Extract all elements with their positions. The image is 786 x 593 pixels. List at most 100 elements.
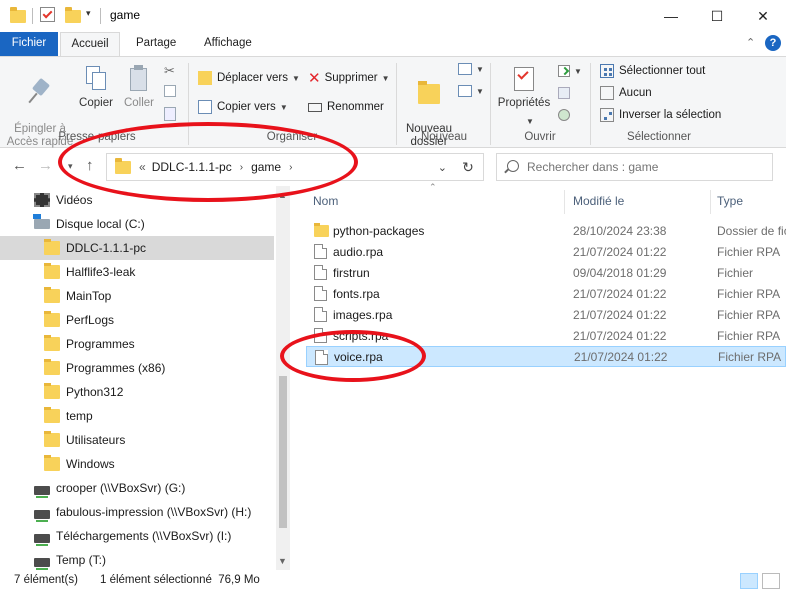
tab-home[interactable]: Accueil bbox=[60, 32, 120, 56]
properties-qat-icon[interactable] bbox=[40, 7, 55, 22]
edit-icon[interactable] bbox=[558, 87, 570, 99]
file-icon bbox=[314, 265, 327, 280]
file-row[interactable]: firstrun 09/04/2018 01:29 Fichier bbox=[306, 262, 786, 283]
copy-button[interactable]: Copier bbox=[76, 65, 116, 110]
column-header-type[interactable]: Type bbox=[717, 194, 743, 208]
file-row[interactable]: audio.rpa 21/07/2024 01:22 Fichier RPA bbox=[306, 241, 786, 262]
nav-item-label: DDLC-1.1.1-pc bbox=[66, 241, 147, 255]
nav-item[interactable]: Halflife3-leak bbox=[0, 260, 274, 284]
nav-item-label: crooper (\\VBoxSvr) (G:) bbox=[56, 481, 186, 495]
file-icon bbox=[314, 244, 327, 259]
invert-selection-label: Inverser la sélection bbox=[619, 109, 722, 121]
breadcrumb-overflow[interactable]: « bbox=[139, 160, 146, 174]
select-all-button[interactable]: Sélectionner tout bbox=[600, 62, 705, 80]
properties-dropdown-icon[interactable]: ▼ bbox=[526, 117, 534, 126]
nav-item[interactable]: temp bbox=[0, 404, 274, 428]
open-group-label: Ouvrir bbox=[524, 131, 556, 143]
nav-item[interactable]: Windows bbox=[0, 452, 274, 476]
easy-access-dropdown-icon[interactable]: ▼ bbox=[476, 87, 484, 96]
qat-dropdown-icon[interactable]: ▾ bbox=[86, 8, 91, 19]
scroll-down-icon[interactable]: ▼ bbox=[278, 556, 287, 566]
tab-file[interactable]: Fichier bbox=[0, 32, 58, 56]
move-to-button[interactable]: Déplacer vers ▼ bbox=[198, 69, 300, 87]
file-date: 21/07/2024 01:22 bbox=[573, 244, 667, 259]
nav-item[interactable]: crooper (\\VBoxSvr) (G:) bbox=[0, 476, 274, 500]
refresh-icon[interactable]: ↻ bbox=[453, 153, 484, 181]
file-type: Fichier RPA bbox=[717, 307, 781, 322]
large-icons-view-icon[interactable] bbox=[762, 573, 780, 589]
nav-item[interactable]: DDLC-1.1.1-pc bbox=[0, 236, 274, 260]
maximize-button[interactable]: ☐ bbox=[694, 0, 740, 32]
up-arrow-icon[interactable]: ↑ bbox=[86, 157, 94, 174]
breadcrumb-chevron-icon[interactable]: › bbox=[240, 162, 243, 173]
close-button[interactable]: ✕ bbox=[740, 0, 786, 32]
rename-button[interactable]: Renommer bbox=[308, 98, 384, 116]
search-box[interactable] bbox=[496, 153, 773, 181]
file-name: fonts.rpa bbox=[333, 286, 380, 301]
invert-selection-button[interactable]: Inverser la sélection bbox=[600, 106, 721, 124]
new-folder-qat-icon[interactable] bbox=[65, 7, 81, 23]
delete-button[interactable]: ✕ Supprimer ▼ bbox=[308, 69, 390, 87]
nav-item[interactable]: Python312 bbox=[0, 380, 274, 404]
search-input[interactable] bbox=[527, 158, 762, 176]
breadcrumb-game[interactable]: game bbox=[251, 160, 281, 174]
rename-icon bbox=[308, 102, 322, 112]
navigation-bar: ← → ▾ ↑ « DDLC-1.1.1-pc › game › ⌄ ↻ bbox=[0, 150, 786, 184]
new-item-icon[interactable] bbox=[458, 63, 472, 75]
properties-button[interactable]: Propriétés bbox=[494, 65, 554, 110]
nav-item[interactable]: Temp (T:) bbox=[0, 548, 274, 570]
details-view-icon[interactable] bbox=[740, 573, 758, 589]
copy-to-button[interactable]: Copier vers ▼ bbox=[198, 98, 288, 116]
paste-shortcut-icon[interactable] bbox=[164, 107, 176, 121]
nav-item[interactable]: PerfLogs bbox=[0, 308, 274, 332]
open-dropdown-icon[interactable]: ▼ bbox=[574, 67, 582, 76]
open-icon[interactable] bbox=[558, 65, 570, 77]
column-header-modified[interactable]: Modifié le bbox=[573, 194, 624, 208]
file-row[interactable]: fonts.rpa 21/07/2024 01:22 Fichier RPA bbox=[306, 283, 786, 304]
nav-item-label: Utilisateurs bbox=[66, 433, 126, 447]
new-folder-icon bbox=[418, 78, 440, 106]
nav-item[interactable]: Disque local (C:) bbox=[0, 212, 274, 236]
history-icon[interactable] bbox=[558, 109, 570, 121]
breadcrumb-ddlc[interactable]: DDLC-1.1.1-pc bbox=[152, 160, 232, 174]
file-type: Fichier RPA bbox=[717, 328, 781, 343]
paste-icon bbox=[128, 65, 150, 93]
back-arrow-icon[interactable]: ← bbox=[12, 157, 27, 174]
file-row[interactable]: voice.rpa 21/07/2024 01:22 Fichier RPA bbox=[306, 346, 786, 367]
copy-path-icon[interactable] bbox=[164, 85, 176, 97]
new-item-dropdown-icon[interactable]: ▼ bbox=[476, 65, 484, 74]
nav-item[interactable]: Programmes (x86) bbox=[0, 356, 274, 380]
select-none-button[interactable]: Aucun bbox=[600, 84, 652, 102]
tab-view[interactable]: Affichage bbox=[194, 32, 262, 56]
paste-label: Coller bbox=[123, 97, 155, 109]
nav-item[interactable]: Téléchargements (\\VBoxSvr) (I:) bbox=[0, 524, 274, 548]
minimize-button[interactable]: — bbox=[648, 0, 694, 32]
nav-item[interactable]: Programmes bbox=[0, 332, 274, 356]
nav-item[interactable]: MainTop bbox=[0, 284, 274, 308]
nav-item[interactable]: fabulous-impression (\\VBoxSvr) (H:) bbox=[0, 500, 274, 524]
recent-locations-icon[interactable]: ▾ bbox=[68, 161, 73, 172]
help-icon[interactable]: ? bbox=[765, 35, 781, 51]
nav-item-label: Téléchargements (\\VBoxSvr) (I:) bbox=[56, 529, 232, 543]
address-dropdown-icon[interactable]: ⌄ bbox=[438, 161, 447, 174]
column-header-name[interactable]: Nom bbox=[313, 194, 338, 208]
nav-scrollbar-thumb[interactable] bbox=[279, 376, 287, 528]
forward-arrow-icon[interactable]: → bbox=[38, 157, 53, 174]
nav-item[interactable]: Utilisateurs bbox=[0, 428, 274, 452]
address-bar[interactable]: « DDLC-1.1.1-pc › game › ⌄ bbox=[106, 153, 484, 181]
nav-item-label: Programmes bbox=[66, 337, 135, 351]
ribbon-collapse-icon[interactable]: ⌃ bbox=[746, 36, 755, 49]
cut-icon[interactable]: ✂ bbox=[164, 63, 175, 79]
paste-button[interactable]: Coller bbox=[120, 65, 158, 110]
nav-item[interactable]: Vidéos bbox=[0, 188, 274, 212]
easy-access-icon[interactable] bbox=[458, 85, 472, 97]
file-row[interactable]: images.rpa 21/07/2024 01:22 Fichier RPA bbox=[306, 304, 786, 325]
file-row[interactable]: python-packages 28/10/2024 23:38 Dossier d… bbox=[306, 220, 786, 241]
breadcrumb-chevron-icon[interactable]: › bbox=[289, 162, 292, 173]
scroll-up-icon[interactable]: ▲ bbox=[278, 190, 287, 200]
nav-scrollbar[interactable]: ▲ ▼ bbox=[276, 186, 290, 570]
folder-icon bbox=[44, 383, 60, 399]
tab-share[interactable]: Partage bbox=[126, 32, 186, 56]
copy-icon bbox=[85, 65, 107, 93]
file-row[interactable]: scripts.rpa 21/07/2024 01:22 Fichier RPA bbox=[306, 325, 786, 346]
